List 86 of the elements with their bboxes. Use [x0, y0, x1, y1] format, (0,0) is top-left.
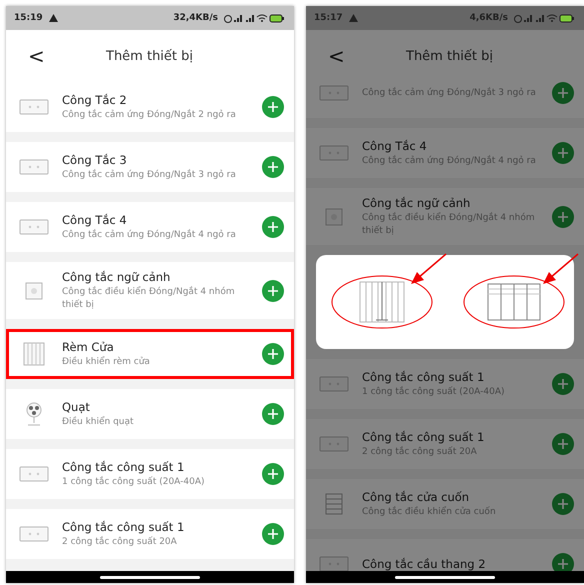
add-button[interactable] [552, 493, 574, 516]
device-row[interactable]: Công tắc ngữ cảnh Công tắc điều kiển Đóng/Ngắt 4 nhóm thiết bị [6, 262, 294, 320]
plus-icon [558, 148, 568, 158]
device-description: Công tắc cảm ứng Đóng/Ngắt 3 ngỏ ra [362, 86, 537, 100]
device-description: 2 công tắc công suất 20A [362, 446, 478, 458]
device-row[interactable]: Công tắc công suất 1 2 công tắc công suất 20A [6, 509, 294, 560]
device-description: Điều khiển quạt [62, 416, 135, 428]
add-button[interactable] [262, 216, 284, 238]
add-button[interactable] [262, 343, 284, 366]
device-description: Công tắc cảm ứng Đóng/Ngắt 4 ngỏ ra [62, 228, 237, 242]
warning-icon [48, 14, 58, 22]
device-title: Công tắc công suất 1 [62, 460, 186, 474]
add-button[interactable] [262, 523, 284, 546]
device-title: Công Tắc 4 [62, 212, 128, 227]
device-title: Công tắc cửa cuốn [362, 490, 470, 504]
plus-icon [268, 349, 278, 360]
add-button[interactable] [262, 280, 284, 302]
device-row[interactable]: Công tắc công suất 1 1 công tắc công suất (20A-40A) [6, 449, 294, 500]
plus-icon [268, 529, 278, 540]
device-title: Công tắc công suất 1 [362, 430, 486, 444]
plus-icon [558, 499, 568, 510]
page-title: Thêm thiết bị [406, 48, 494, 64]
device-title: Công tắc ngữ cảnh [62, 270, 172, 284]
add-button[interactable] [262, 96, 284, 118]
device-description: Công tắc cảm ứng Đóng/Ngắt 2 ngỏ ra [62, 108, 237, 122]
add-button[interactable] [262, 403, 284, 426]
device-title: Rèm Cửa [62, 340, 115, 354]
add-button[interactable] [552, 82, 574, 104]
device-row[interactable]: Công tắc ngữ cảnh Công tắc điều kiển Đóng/Ngắt 4 nhóm thiết bị [306, 188, 584, 246]
device-description: Công tắc điều khiển cửa cuốn [362, 506, 497, 518]
status-icons-drawing [224, 14, 286, 22]
add-button[interactable] [552, 206, 574, 228]
annotation-arrow [540, 252, 580, 286]
plus-icon [558, 88, 568, 98]
page-title: Thêm thiết bị [106, 48, 194, 64]
plus-icon [558, 559, 568, 570]
add-button[interactable] [552, 553, 574, 571]
device-description: Công tắc điều kiển Đóng/Ngắt 4 nhóm thiết bị [362, 212, 536, 238]
device-description: 2 công tắc công suất 20A [62, 536, 178, 548]
plus-icon [268, 102, 278, 112]
device-row[interactable]: Công Tắc 3 Công tắc cảm ứng Đóng/Ngắt 3 ngỏ ra [6, 142, 294, 192]
add-button[interactable] [262, 463, 284, 486]
status-time: 15:19 [14, 13, 43, 23]
device-row[interactable]: Công Tắc 4 Công tắc cảm ứng Đóng/Ngắt 4 ngỏ ra [306, 128, 584, 178]
device-title: Công tắc ngữ cảnh [362, 196, 472, 210]
plus-icon [268, 469, 278, 480]
back-button[interactable]: < [28, 44, 68, 68]
device-description: 1 công tắc công suất (20A-40A) [62, 476, 206, 488]
device-description: 1 công tắc công suất (20A-40A) [362, 386, 506, 398]
plus-icon [268, 286, 278, 296]
device-description: Công tắc điều kiển Đóng/Ngắt 4 nhóm thiết bị [62, 286, 236, 312]
device-row[interactable]: Công Tắc 4 Công tắc cảm ứng Đóng/Ngắt 4 ngỏ ra [6, 202, 294, 252]
device-row[interactable]: Công Tắc 2 Công tắc cảm ứng Đóng/Ngắt 2 ngỏ ra [6, 82, 294, 132]
device-row[interactable]: Công tắc công suất 1 2 công tắc công suất 20A [306, 419, 584, 470]
add-button[interactable] [552, 373, 574, 396]
plus-icon [268, 222, 278, 232]
device-description: Điều khiển rèm cửa [62, 356, 151, 368]
device-title: Công tắc công suất 1 [362, 370, 486, 384]
plus-icon [268, 409, 278, 420]
plus-icon [558, 379, 568, 390]
network-speed: 32,4KB/s [173, 13, 218, 23]
device-title: Quạt [62, 400, 91, 414]
device-description: Công tắc cảm ứng Đóng/Ngắt 4 ngỏ ra [362, 154, 537, 168]
add-button[interactable] [262, 156, 284, 178]
device-description: Công tắc cảm ứng Đóng/Ngắt 3 ngỏ ra [62, 168, 237, 182]
device-title: Công Tắc 4 [362, 138, 428, 153]
device-title: Công tắc công suất 1 [62, 520, 186, 534]
network-speed: 4,6KB/s [470, 13, 508, 23]
plus-icon [558, 212, 568, 222]
device-row[interactable]: Rèm Cửa Điều khiển rèm cửa [6, 329, 294, 380]
add-button[interactable] [552, 433, 574, 456]
device-title: Công Tắc 2 [62, 92, 128, 107]
warning-icon [348, 14, 358, 22]
device-title: Công tắc cầu thang 2 [362, 557, 487, 571]
back-button[interactable]: < [328, 44, 368, 68]
device-row[interactable]: Công tắc cầu thang 2 [306, 539, 584, 571]
add-button[interactable] [552, 142, 574, 164]
device-row[interactable]: Công tắc cửa cuốn Công tắc điều khiển cửa cuốn [306, 479, 584, 530]
plus-icon [558, 439, 568, 450]
device-row[interactable]: Công tắc công suất 1 1 công tắc công suất (20A-40A) [306, 359, 584, 410]
device-row[interactable]: Quạt Điều khiển quạt [6, 389, 294, 440]
device-title: Công Tắc 3 [62, 152, 128, 167]
status-time: 15:17 [314, 13, 343, 23]
annotation-arrow [408, 252, 448, 286]
plus-icon [268, 162, 278, 172]
status-icons-drawing [514, 14, 576, 22]
